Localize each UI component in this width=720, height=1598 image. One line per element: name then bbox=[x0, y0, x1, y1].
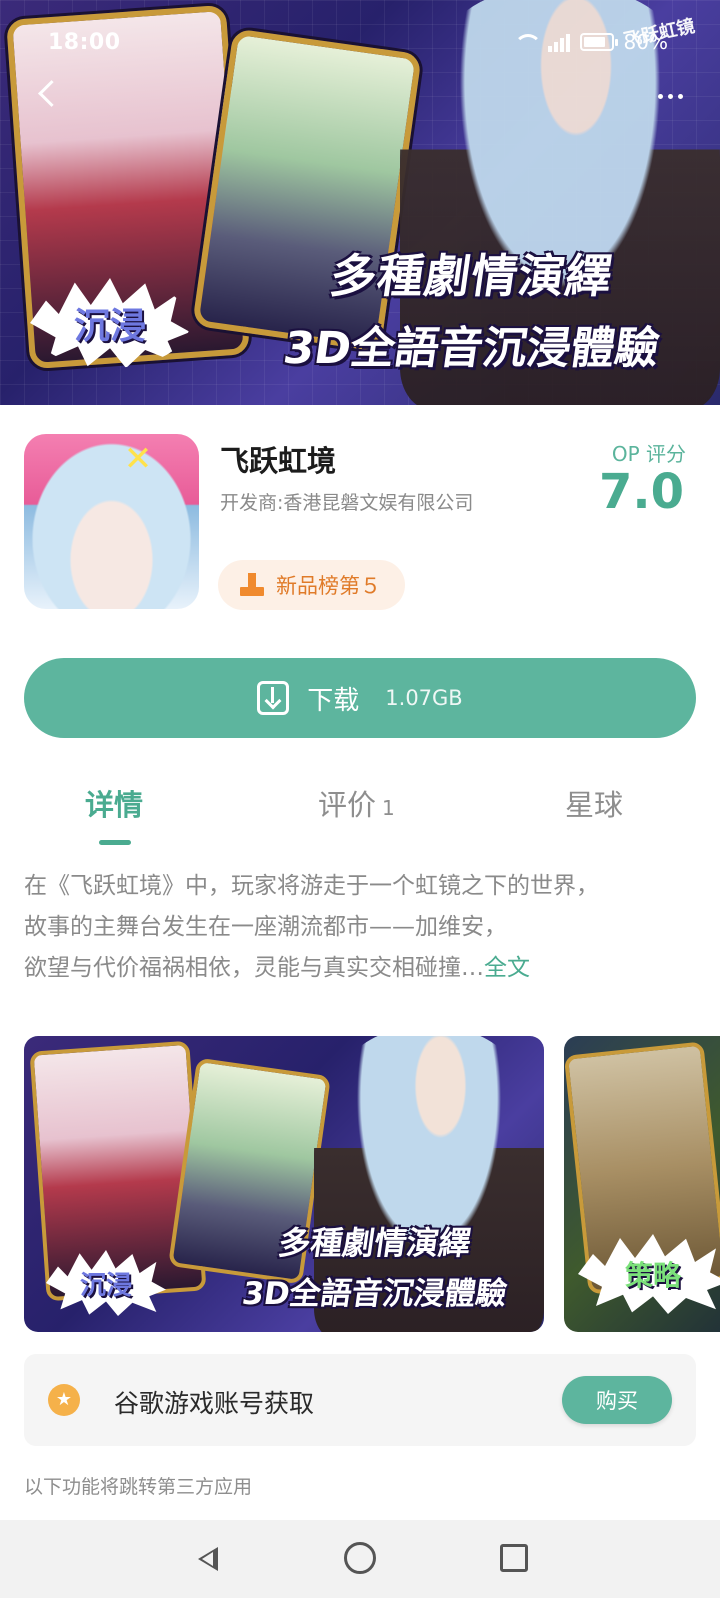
status-bar: 18:00 80% bbox=[0, 0, 720, 88]
tab-reviews-label: 评价 bbox=[318, 788, 377, 822]
triangle-back-icon[interactable] bbox=[190, 1542, 224, 1576]
battery-icon bbox=[579, 33, 618, 51]
third-party-note: 以下功能将跳转第三方应用 bbox=[24, 1476, 253, 1498]
tab-reviews-count: 1 bbox=[382, 796, 395, 820]
status-icons: 80% bbox=[512, 30, 668, 54]
buy-button[interactable]: 购买 bbox=[562, 1376, 672, 1424]
battery-percent: 80% bbox=[623, 30, 668, 54]
screenshot-slogan-line1: 多種劇情演繹 bbox=[276, 1224, 474, 1262]
description-line: 欲望与代价福祸相依，灵能与真实交相碰撞…全文 bbox=[24, 948, 704, 989]
hero-slogan: 多種劇情演繹 3D全語音沉浸體驗 bbox=[252, 240, 692, 376]
back-button[interactable] bbox=[34, 78, 62, 112]
screenshot-item[interactable]: 多種劇情演繹 3D全語音沉浸體驗 沉浸 bbox=[24, 1036, 544, 1332]
screenshot-slogan-line2: 3D全語音沉浸體驗 bbox=[239, 1276, 510, 1312]
download-size: 1.07GB bbox=[385, 686, 463, 710]
circle-home-icon[interactable] bbox=[344, 1542, 376, 1574]
square-recents-icon[interactable] bbox=[500, 1544, 528, 1572]
description-line: 故事的主舞台发生在一座潮流都市——加维安， bbox=[24, 914, 507, 940]
screenshot-slogan: 多種劇情演繹 3D全語音沉浸體驗 bbox=[210, 1218, 540, 1313]
cap-x-mark: ✕ bbox=[123, 439, 153, 479]
status-time: 18:00 bbox=[48, 30, 121, 55]
service-label: 谷歌游戏账号获取 bbox=[114, 1389, 315, 1418]
active-tab-indicator bbox=[99, 840, 131, 845]
more-options-button[interactable] bbox=[648, 76, 692, 116]
screenshot-burst-text: 策略 bbox=[624, 1259, 681, 1292]
score-value: 7.0 bbox=[598, 464, 684, 520]
hero-banner[interactable]: 飞跃虹镜 多種劇情演繹 3D全語音沉浸體驗 沉浸 18:00 80% bbox=[0, 0, 720, 405]
screenshot-burst-text: 沉浸 bbox=[79, 1270, 132, 1301]
score-label: OP 评分 bbox=[611, 442, 686, 466]
description-line-text: 欲望与代价福祸相依，灵能与真实交相碰撞… bbox=[24, 955, 484, 981]
developer-name[interactable]: 开发商:香港昆磐文娱有限公司 bbox=[220, 488, 473, 515]
read-more-link[interactable]: 全文 bbox=[484, 955, 530, 981]
rank-badge[interactable]: 新品榜第５ bbox=[218, 560, 405, 610]
download-label: 下载 bbox=[307, 685, 360, 716]
tab-reviews[interactable]: 评价 1 bbox=[318, 782, 395, 824]
star-icon: ★ bbox=[48, 1384, 80, 1416]
hero-burst-text: 沉浸 bbox=[73, 306, 146, 347]
app-icon[interactable]: ✕ bbox=[24, 434, 199, 609]
description-line: 在《飞跃虹境》中，玩家将游走于一个虹镜之下的世界， bbox=[24, 873, 599, 899]
tab-bar: 详情 评价 1 星球 bbox=[0, 782, 720, 852]
app-name: 飞跃虹境 bbox=[220, 444, 337, 478]
game-description: 在《飞跃虹境》中，玩家将游走于一个虹镜之下的世界， 故事的主舞台发生在一座潮流都… bbox=[24, 866, 704, 989]
wifi-icon bbox=[512, 32, 542, 52]
screenshot-item[interactable]: 策略 bbox=[564, 1036, 720, 1332]
tab-planet[interactable]: 星球 bbox=[565, 782, 623, 824]
cellular-signal-icon bbox=[547, 32, 570, 52]
hero-slogan-line1: 多種劇情演繹 bbox=[326, 249, 617, 303]
google-account-service-card[interactable]: ★ 谷歌游戏账号获取 购买 bbox=[24, 1354, 696, 1446]
rank-badge-label: 新品榜第５ bbox=[276, 574, 381, 598]
download-button[interactable]: 下载 1.07GB bbox=[24, 658, 696, 738]
download-icon bbox=[257, 681, 290, 715]
tab-details[interactable]: 详情 bbox=[85, 782, 143, 824]
podium-icon bbox=[240, 573, 264, 597]
more-dots-icon bbox=[657, 93, 663, 99]
screenshot-carousel[interactable]: 多種劇情演繹 3D全語音沉浸體驗 沉浸 策略 bbox=[0, 1036, 720, 1332]
hero-slogan-line2: 3D全語音沉浸體驗 bbox=[280, 323, 663, 374]
system-navigation-bar bbox=[0, 1520, 720, 1598]
